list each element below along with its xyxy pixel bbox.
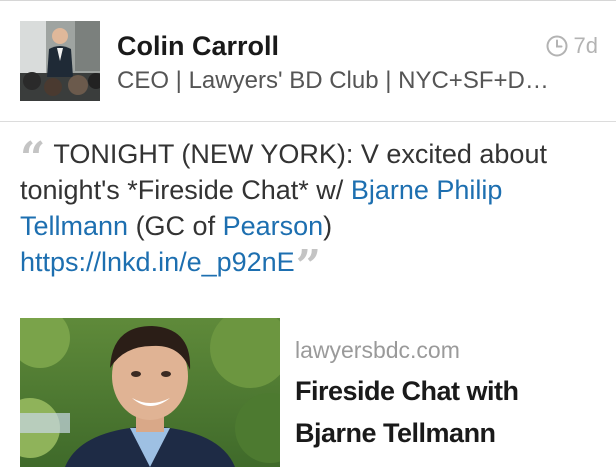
post-text-after-company: ) xyxy=(323,211,333,241)
post-text-middle: (GC of xyxy=(128,211,223,241)
company-link[interactable]: Pearson xyxy=(223,211,324,241)
timestamp-text: 7d xyxy=(573,33,598,58)
post-body: “TONIGHT (NEW YORK): V excited about ton… xyxy=(20,136,600,289)
author-name[interactable]: Colin Carroll xyxy=(117,31,279,62)
link-preview-image[interactable] xyxy=(20,318,280,467)
link-preview-domain: lawyersbdc.com xyxy=(295,337,460,363)
clock-icon xyxy=(546,35,568,57)
post-timestamp: 7d xyxy=(546,33,598,59)
author-headline: CEO | Lawyers' BD Club | NYC+SF+D… xyxy=(117,67,549,94)
link-preview-card[interactable]: lawyersbdc.com Fireside Chat with Bjarne… xyxy=(20,318,600,467)
post-header[interactable]: Colin Carroll CEO | Lawyers' BD Club | N… xyxy=(0,1,616,121)
author-avatar[interactable] xyxy=(20,21,100,101)
close-quote-icon: ” xyxy=(295,241,322,292)
link-preview-title[interactable]: Fireside Chat with Bjarne Tellmann xyxy=(295,370,595,454)
header-divider xyxy=(0,121,616,122)
short-url-link[interactable]: https://lnkd.in/e_p92nE xyxy=(20,247,295,277)
